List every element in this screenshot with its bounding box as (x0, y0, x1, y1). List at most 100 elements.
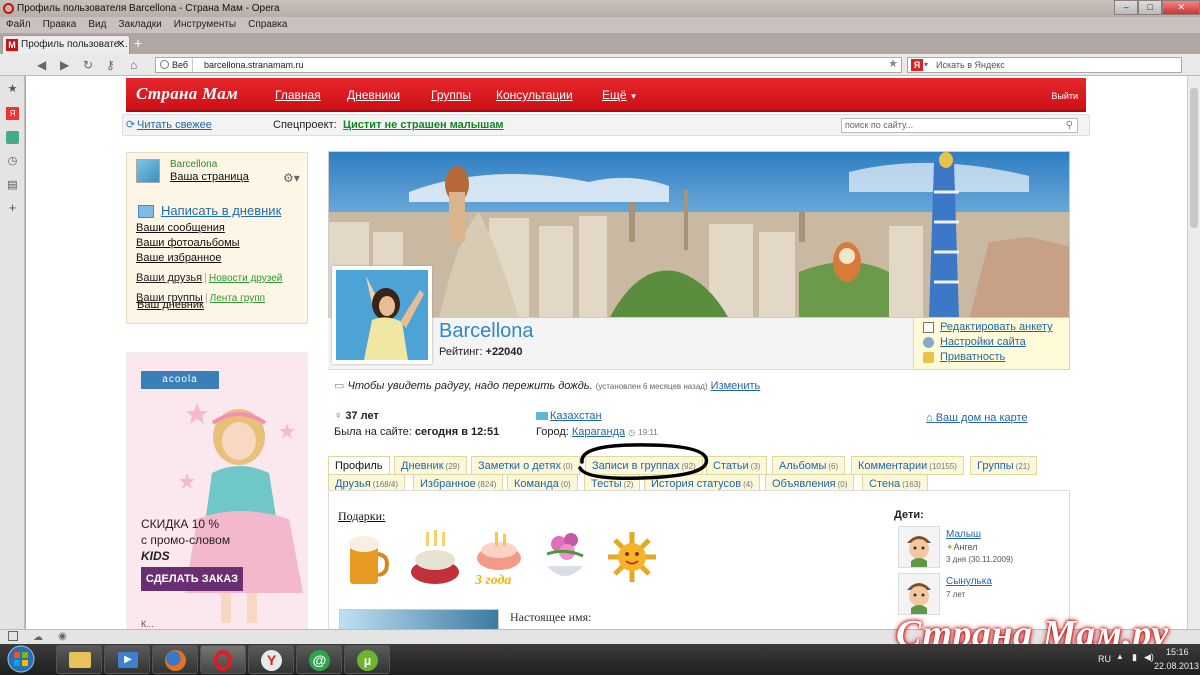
tab-articles[interactable]: Статьи (3) (706, 456, 768, 475)
kid-avatar[interactable] (898, 573, 940, 615)
kid-name-link[interactable]: Малыш (946, 529, 981, 540)
vertical-scrollbar[interactable] (1187, 76, 1200, 629)
read-fresh-link[interactable]: Читать свежее (137, 119, 212, 131)
country-link[interactable]: Казахстан (536, 410, 602, 422)
reload-icon[interactable]: ↻ (83, 57, 93, 73)
search-icon[interactable]: ⚲ (1066, 119, 1073, 132)
profile-avatar[interactable] (332, 266, 432, 364)
nav-consultations[interactable]: Консультации (496, 88, 573, 102)
tab-label: Группы (977, 460, 1014, 472)
advert-banner[interactable]: acoola СКИДКА 10 % с промо-словом KIDS С… (126, 352, 308, 629)
taskbar-utorrent[interactable]: µ (344, 645, 390, 674)
write-diary-link[interactable]: Написать в дневник (161, 203, 281, 218)
menu-view[interactable]: Вид (88, 19, 106, 30)
my-albums-link[interactable]: Ваши фотоальбомы (136, 237, 240, 249)
key-icon[interactable]: ⚷ (106, 57, 115, 73)
site-logo[interactable]: Страна Мам (136, 84, 238, 104)
language-indicator[interactable]: RU (1098, 654, 1111, 664)
my-groups-link[interactable]: Ваши группы (136, 292, 203, 304)
cloud-icon[interactable]: ☁ (33, 632, 43, 643)
user-avatar[interactable] (136, 159, 160, 183)
user-name[interactable]: Barcellona (170, 159, 217, 170)
groups-feed-link[interactable]: Лента групп (210, 293, 265, 304)
notes-icon[interactable]: ▤ (6, 179, 19, 192)
windows-start-icon[interactable] (2, 644, 40, 675)
tray-arrow-icon[interactable]: ▲ (1116, 652, 1124, 661)
network-icon[interactable]: ▮ (1132, 652, 1137, 663)
taskbar-yandex-browser[interactable]: Y (248, 645, 294, 674)
city-link[interactable]: Караганда (572, 426, 625, 438)
nav-groups[interactable]: Группы (431, 88, 471, 102)
minimize-button[interactable]: – (1114, 0, 1139, 15)
back-icon[interactable]: ◀ (37, 57, 46, 73)
clock-date[interactable]: 22.08.2013 (1154, 661, 1199, 671)
menu-edit[interactable]: Правка (43, 19, 77, 30)
taskbar-firefox[interactable] (152, 645, 198, 674)
menu-tools[interactable]: Инструменты (174, 19, 236, 30)
gift-sun-icon[interactable] (606, 528, 658, 588)
tab-profile[interactable]: Профиль (328, 456, 390, 475)
my-messages-link[interactable]: Ваши сообщения (136, 222, 225, 234)
gift-beer-mug-icon[interactable] (342, 528, 394, 588)
privacy-link[interactable]: Приватность (940, 351, 1005, 363)
tab-comments[interactable]: Комментарии (10155) (851, 456, 964, 475)
nav-more[interactable]: Ещё ▼ (602, 88, 637, 102)
home-icon[interactable]: ⌂ (130, 57, 137, 73)
special-project-link[interactable]: Цистит не страшен малышам (343, 119, 504, 131)
clock-time[interactable]: 15:16 (1166, 647, 1189, 657)
ad-order-button[interactable]: СДЕЛАТЬ ЗАКАЗ (141, 567, 243, 591)
site-settings-link[interactable]: Настройки сайта (940, 336, 1026, 348)
my-favorites-link[interactable]: Ваше избранное (136, 252, 221, 264)
search-engine-dropdown-icon[interactable]: ▾ (924, 58, 928, 72)
profile-rating: Рейтинг: +22040 (439, 346, 523, 358)
yandex-search-field[interactable]: Я ▾ Искать в Яндекс (907, 57, 1182, 73)
menu-help[interactable]: Справка (248, 19, 287, 30)
tab-diary[interactable]: Дневник (29) (394, 456, 467, 475)
close-button[interactable]: ✕ (1162, 0, 1200, 15)
kid-name-link[interactable]: Сынулька (946, 576, 992, 587)
tab-close-icon[interactable]: ✕ (117, 36, 125, 54)
taskbar-media-player[interactable]: ▶ (104, 645, 150, 674)
tab-albums[interactable]: Альбомы (6) (772, 456, 846, 475)
browser-tab[interactable]: M Профиль пользовате... ✕ (2, 35, 130, 54)
scrollbar-thumb[interactable] (1190, 88, 1198, 228)
yandex-panel-icon[interactable]: Я (6, 107, 19, 120)
profile-photo-woman (336, 270, 428, 360)
address-field[interactable]: Веб barcellona.stranamam.ru ★ (155, 57, 902, 73)
tab-kid-notes[interactable]: Заметки о детях (0) (471, 456, 580, 475)
forward-icon[interactable]: ▶ (60, 57, 69, 73)
taskbar-opera[interactable] (200, 645, 246, 674)
home-on-map[interactable]: ⌂ Ваш дом на карте (926, 412, 1028, 424)
gift-birthday-cake-icon[interactable] (408, 528, 460, 588)
taskbar-explorer[interactable] (56, 645, 102, 674)
nav-home[interactable]: Главная (275, 88, 321, 102)
gear-icon[interactable]: ⚙▾ (283, 171, 300, 185)
logout-link[interactable]: Выйти (1051, 91, 1078, 101)
friends-news-link[interactable]: Новости друзей (209, 273, 282, 284)
speed-dial-icon[interactable]: ◉ (58, 631, 67, 642)
change-status-link[interactable]: Изменить (711, 380, 761, 392)
web-badge[interactable]: Веб (158, 58, 194, 72)
my-friends-link[interactable]: Ваши друзья (136, 272, 202, 284)
menu-file[interactable]: Файл (6, 19, 31, 30)
edit-profile-link[interactable]: Редактировать анкету (940, 321, 1053, 333)
history-clock-icon[interactable]: ◷ (6, 155, 19, 168)
add-panel-icon[interactable]: + (6, 201, 19, 214)
site-header: Страна Мам Главная Дневники Группы Консу… (126, 78, 1086, 112)
new-tab-button[interactable]: + (134, 36, 142, 50)
profile-second-photo[interactable] (339, 609, 499, 629)
gift-flower-bowl-icon[interactable] (539, 528, 591, 588)
nav-diaries[interactable]: Дневники (347, 88, 400, 102)
my-page-link[interactable]: Ваша страница (170, 171, 249, 183)
volume-icon[interactable]: ◀) (1144, 652, 1154, 663)
widgets-icon[interactable] (6, 131, 19, 144)
menu-bookmarks[interactable]: Закладки (118, 19, 161, 30)
panel-toggle-icon[interactable] (8, 631, 18, 641)
bookmark-star-icon[interactable]: ★ (888, 57, 898, 71)
bookmarks-star-icon[interactable]: ★ (6, 83, 19, 96)
site-search-input[interactable]: поиск по сайту... ⚲ (841, 118, 1078, 133)
maximize-button[interactable]: □ (1138, 0, 1163, 15)
taskbar-mail-agent[interactable]: @ (296, 645, 342, 674)
kid-avatar[interactable] (898, 526, 940, 568)
tab-groups[interactable]: Группы (21) (970, 456, 1037, 475)
